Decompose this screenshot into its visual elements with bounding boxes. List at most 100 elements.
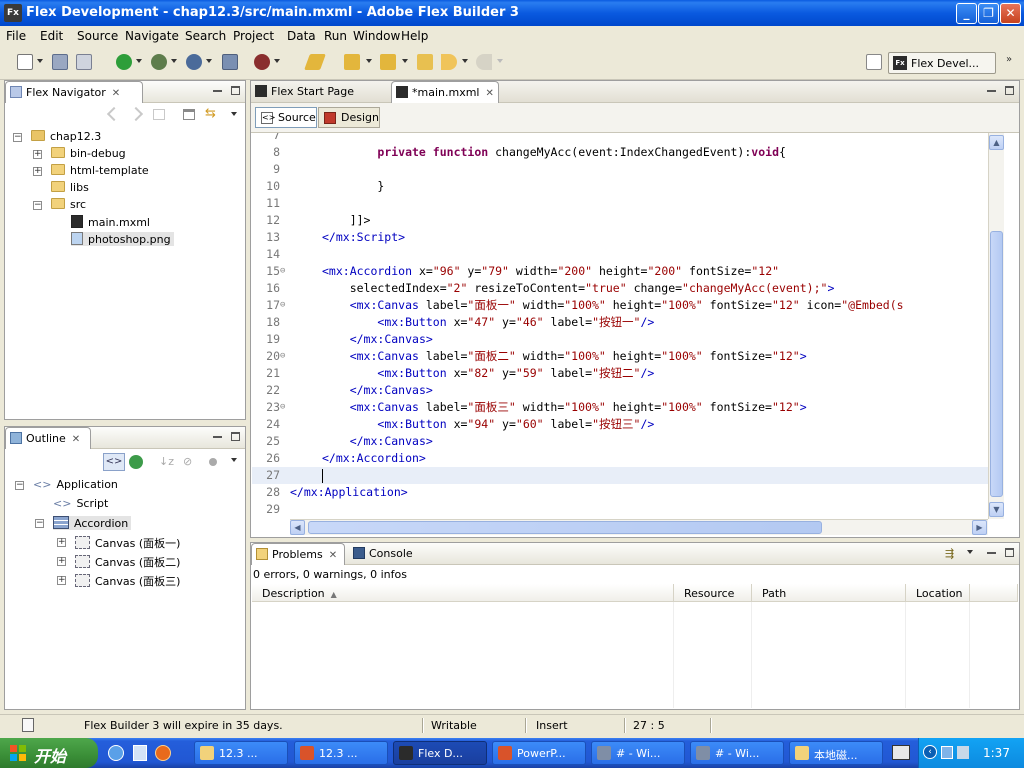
next-annotation-icon[interactable] (344, 54, 360, 70)
code-line[interactable]: 24 <mx:Button x="94" y="60" label="按钮三"/… (252, 416, 988, 433)
menu-navigate[interactable]: Navigate (125, 29, 179, 43)
code-line[interactable]: 13 </mx:Script> (252, 229, 988, 246)
show-mxml-tags-icon[interactable]: <> (103, 453, 125, 471)
code-line[interactable]: 14 (252, 246, 988, 263)
back-icon[interactable] (106, 106, 122, 122)
collapse-icon[interactable]: − (35, 519, 44, 528)
view-menu-icon[interactable] (967, 550, 973, 554)
forward-icon[interactable] (128, 106, 144, 122)
forward-dropdown-icon[interactable] (497, 59, 503, 63)
fold-icon[interactable]: ⊖ (280, 297, 288, 314)
previous-annotation-dropdown-icon[interactable] (402, 59, 408, 63)
code-line[interactable]: 28 </mx:Application> (252, 484, 988, 501)
expand-icon[interactable]: + (57, 538, 66, 547)
external-tools-icon[interactable] (254, 54, 270, 70)
close-button[interactable]: ✕ (1000, 3, 1021, 24)
scroll-thumb[interactable] (308, 521, 822, 534)
profile-dropdown-icon[interactable] (206, 59, 212, 63)
next-annotation-dropdown-icon[interactable] (366, 59, 372, 63)
fold-icon[interactable]: ⊖ (280, 348, 288, 365)
minimize-icon[interactable] (213, 432, 222, 438)
export-icon[interactable] (222, 54, 238, 70)
perspective-switcher[interactable]: Fx Flex Devel... (888, 52, 996, 74)
new-file-icon[interactable] (17, 54, 33, 70)
volume-icon[interactable] (957, 746, 969, 759)
start-button[interactable]: 开始 (0, 738, 98, 768)
code-line[interactable]: 12 ]]> (252, 212, 988, 229)
run-dropdown-icon[interactable] (136, 59, 142, 63)
code-line[interactable]: 25 </mx:Canvas> (252, 433, 988, 450)
scroll-right-button[interactable]: ▶ (972, 520, 987, 535)
fold-icon[interactable]: ⊖ (280, 399, 288, 416)
collapse-icon[interactable]: − (13, 133, 22, 142)
sort-icon[interactable]: ↓z (159, 455, 174, 468)
debug-dropdown-icon[interactable] (171, 59, 177, 63)
tab-problems[interactable]: Problems ✕ (251, 543, 345, 565)
last-edit-location-icon[interactable] (417, 54, 433, 70)
code-line[interactable]: 15 ⊖ <mx:Accordion x="96" y="79" width="20… (252, 263, 988, 280)
firefox-quicklaunch-icon[interactable] (155, 745, 171, 761)
menu-window[interactable]: Window (353, 29, 400, 43)
tab-flex-navigator[interactable]: Flex Navigator ✕ (5, 81, 143, 103)
code-line[interactable]: 9 (252, 161, 988, 178)
open-perspective-icon[interactable] (866, 54, 882, 70)
maximize-icon[interactable] (231, 86, 240, 95)
hide-non-public-icon[interactable]: ⊘ (183, 455, 192, 468)
menu-search[interactable]: Search (185, 29, 226, 43)
taskbar-item-ppt-12-3[interactable]: 12.3 ... (294, 741, 388, 765)
menu-data[interactable]: Data (287, 29, 316, 43)
hide-fields-icon[interactable] (209, 458, 217, 466)
code-line[interactable]: 10 } (252, 178, 988, 195)
tab-outline[interactable]: Outline ✕ (5, 427, 91, 449)
code-line[interactable]: 8 private function changeMyAcc(event:Ind… (252, 144, 988, 161)
collapse-icon[interactable]: − (33, 201, 42, 210)
run-icon[interactable] (116, 54, 132, 70)
menu-edit[interactable]: Edit (40, 29, 63, 43)
mark-occurrences-icon[interactable] (304, 54, 326, 70)
view-menu-icon[interactable] (231, 458, 237, 462)
link-with-editor-icon[interactable]: ⇆ (205, 107, 219, 121)
code-line[interactable]: 26 </mx:Accordion> (252, 450, 988, 467)
editor-horizontal-scrollbar[interactable]: ◀ ▶ (290, 519, 988, 535)
close-icon[interactable]: ✕ (329, 550, 337, 561)
menu-source[interactable]: Source (77, 29, 118, 43)
editor-vertical-scrollbar[interactable]: ▲ ▼ (988, 133, 1004, 519)
code-line[interactable]: 29 (252, 501, 988, 518)
external-tools-dropdown-icon[interactable] (274, 59, 280, 63)
fast-view-icon[interactable] (22, 718, 34, 732)
collapse-icon[interactable]: − (15, 481, 24, 490)
code-line[interactable]: 20 ⊖ <mx:Canvas label="面板二" width="100%" … (252, 348, 988, 365)
debug-icon[interactable] (151, 54, 167, 70)
taskbar-item-window-2[interactable]: # - Wi... (690, 741, 784, 765)
ie-quicklaunch-icon[interactable] (108, 745, 124, 761)
scroll-down-button[interactable]: ▼ (989, 502, 1004, 517)
code-line[interactable]: 16 selectedIndex="2" resizeToContent="tr… (252, 280, 988, 297)
collapse-all-icon[interactable] (183, 109, 195, 120)
restore-button[interactable]: ❐ (978, 3, 999, 24)
design-mode-button[interactable]: Design (318, 107, 380, 128)
network-icon[interactable] (941, 746, 953, 759)
code-line[interactable]: 21 <mx:Button x="82" y="59" label="按钮二"/… (252, 365, 988, 382)
refresh-icon[interactable] (129, 455, 143, 469)
close-icon[interactable]: ✕ (485, 88, 493, 99)
tab-flex-start-page[interactable]: Flex Start Page (251, 81, 391, 103)
column-resource[interactable]: Resource (674, 584, 752, 602)
scroll-thumb[interactable] (990, 231, 1003, 497)
menu-run[interactable]: Run (324, 29, 347, 43)
menu-file[interactable]: File (6, 29, 26, 43)
expand-icon[interactable]: + (57, 576, 66, 585)
keyboard-icon[interactable] (892, 745, 910, 760)
minimize-icon[interactable] (987, 86, 996, 92)
maximize-icon[interactable] (1005, 548, 1014, 557)
forward-arrow-icon[interactable] (476, 54, 492, 70)
column-description[interactable]: Description ▲ (252, 584, 674, 602)
back-dropdown-icon[interactable] (462, 59, 468, 63)
toolbar-overflow-icon[interactable]: » (1006, 54, 1012, 65)
minimize-icon[interactable] (987, 548, 996, 554)
code-line[interactable]: 7 (252, 133, 988, 144)
minimize-icon[interactable] (213, 86, 222, 92)
menu-help[interactable]: Help (401, 29, 428, 43)
code-line[interactable]: 19 </mx:Canvas> (252, 331, 988, 348)
menu-project[interactable]: Project (233, 29, 274, 43)
taskbar-item-window-1[interactable]: # - Wi... (591, 741, 685, 765)
